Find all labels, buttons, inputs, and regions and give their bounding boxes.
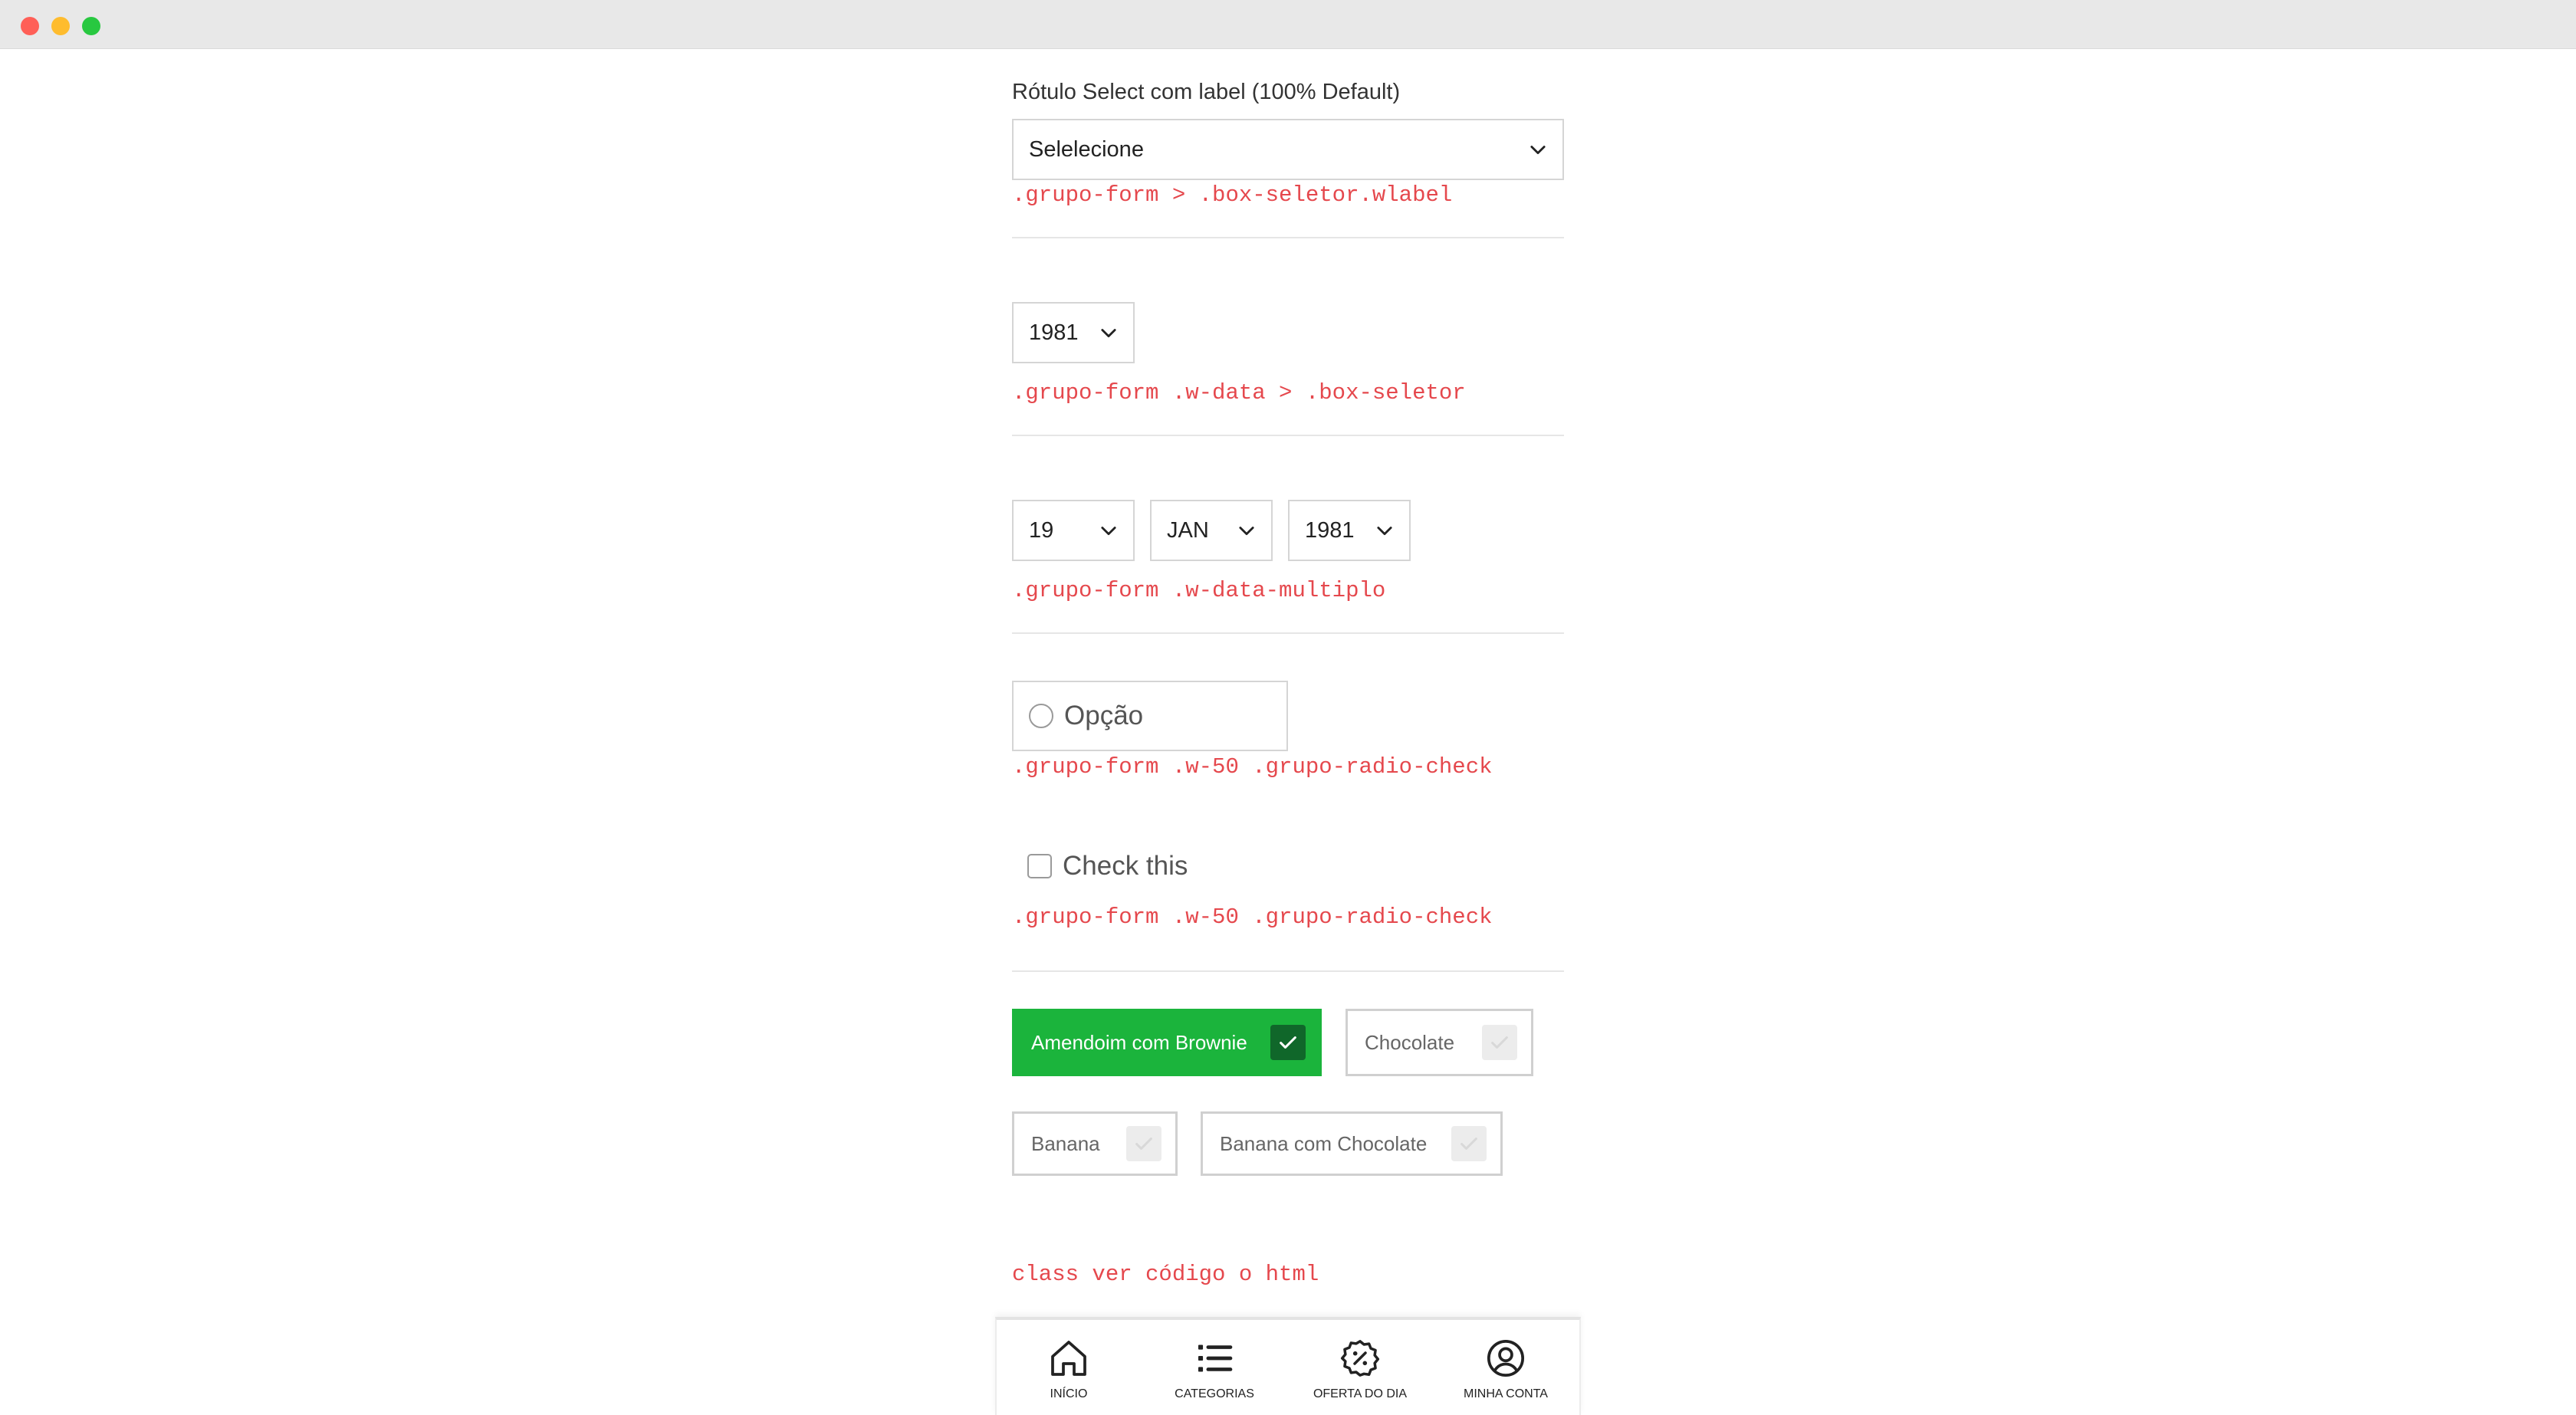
chip-label: Banana [1031,1131,1100,1155]
nav-label: CATEGORIAS [1175,1387,1254,1400]
nav-item-inicio[interactable]: INÍCIO [1007,1337,1130,1401]
checkmark-icon [1482,1025,1517,1060]
nav-label: INÍCIO [1050,1387,1088,1400]
chip-banana[interactable]: Banana [1012,1111,1178,1176]
month-select[interactable]: JAN [1150,500,1273,561]
select-label: Rótulo Select com label (100% Default) [1012,80,1401,104]
nav-item-oferta-do-dia[interactable]: OFERTA DO DIA [1299,1337,1421,1401]
discount-badge-icon [1340,1340,1380,1377]
bottom-navigation: INÍCIO CATEGORIAS OFERTA DO DIA MINHA CO… [995,1317,1581,1415]
radio-option[interactable]: Opção [1012,681,1288,751]
chevron-down-icon [1101,527,1116,536]
checkmark-icon [1126,1126,1162,1161]
divider [1012,435,1564,436]
radio-button[interactable] [1029,704,1053,728]
chevron-down-icon [1530,146,1546,155]
year-value: 1981 [1029,320,1079,345]
code-caption: .grupo-form .w-data > .box-seletor [1012,380,1466,405]
divider [1012,237,1564,238]
checkbox-option[interactable]: Check this [1027,851,1188,882]
select-dropdown[interactable]: Selelecione [1012,119,1564,180]
chevron-down-icon [1101,329,1116,338]
code-caption: .grupo-form > .box-seletor.wlabel [1012,182,1453,208]
maximize-window-button[interactable] [82,17,100,35]
chevron-down-icon [1377,527,1392,536]
day-select[interactable]: 19 [1012,500,1135,561]
nav-item-categorias[interactable]: CATEGORIAS [1153,1337,1276,1401]
chip-banana-com-chocolate[interactable]: Banana com Chocolate [1201,1111,1503,1176]
year-value: 1981 [1305,517,1355,543]
chip-amendoim-com-brownie[interactable]: Amendoim com Brownie [1012,1009,1322,1076]
select-value: Selelecione [1029,136,1144,162]
minimize-window-button[interactable] [51,17,70,35]
code-caption: .grupo-form .w-50 .grupo-radio-check [1012,754,1493,780]
close-window-button[interactable] [21,17,39,35]
checkmark-icon [1270,1025,1306,1060]
divider [1012,970,1564,972]
chip-label: Banana com Chocolate [1220,1131,1428,1155]
code-caption: .grupo-form .w-50 .grupo-radio-check [1012,904,1493,930]
home-icon [1051,1341,1086,1376]
chip-chocolate[interactable]: Chocolate [1346,1009,1533,1076]
user-circle-icon [1487,1339,1525,1377]
year-select[interactable]: 1981 [1012,302,1135,363]
chip-label: Chocolate [1365,1030,1455,1054]
code-caption: .grupo-form .w-data-multiplo [1012,578,1386,603]
chip-label: Amendoim com Brownie [1031,1030,1247,1054]
chevron-down-icon [1239,527,1254,536]
day-value: 19 [1029,517,1054,543]
nav-label: MINHA CONTA [1464,1387,1548,1400]
year-select[interactable]: 1981 [1288,500,1411,561]
window-titlebar [0,0,2576,49]
checkbox-label: Check this [1063,851,1188,881]
code-caption: class ver código o html [1012,1262,1319,1287]
checkbox[interactable] [1027,854,1052,878]
radio-label: Opção [1064,701,1144,730]
divider [1012,632,1564,634]
month-value: JAN [1167,517,1209,543]
list-icon [1198,1344,1233,1372]
checkmark-icon [1451,1126,1487,1161]
nav-label: OFERTA DO DIA [1313,1387,1408,1400]
nav-item-minha-conta[interactable]: MINHA CONTA [1444,1337,1567,1401]
